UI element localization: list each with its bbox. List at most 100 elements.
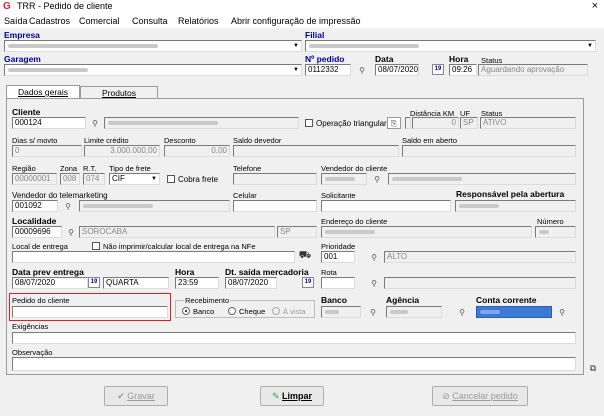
- calendar-icon[interactable]: 19: [88, 277, 100, 288]
- operacao-triangular-checkbox[interactable]: [305, 119, 313, 127]
- close-button[interactable]: ×: [592, 0, 598, 13]
- binoculars-icon[interactable]: ⚲: [555, 307, 569, 319]
- local-entrega-field[interactable]: [12, 251, 295, 263]
- nao-imprimir-checkbox[interactable]: [92, 242, 100, 250]
- vendedor-cliente-name: [388, 173, 576, 185]
- empresa-select[interactable]: ▼: [4, 40, 302, 52]
- hora-prev-label: Hora: [175, 267, 195, 277]
- saldo-devedor-field: [233, 145, 399, 157]
- operacao-triangular-label: Operação triangular: [316, 119, 387, 128]
- gravar-label: Gravar: [127, 391, 155, 401]
- menu-saida[interactable]: Saída: [4, 16, 28, 26]
- vendedor-cliente-code: [321, 173, 367, 185]
- vendedor-tele-code[interactable]: 001092: [12, 200, 58, 212]
- conta-field[interactable]: [476, 306, 552, 318]
- limite-label: Limite crédito: [84, 136, 129, 145]
- npedido-field[interactable]: 0112332: [305, 64, 351, 76]
- copy-icon[interactable]: ⧉: [586, 362, 600, 374]
- saldo-devedor-label: Saldo devedor: [233, 136, 282, 145]
- pedido-cliente-field[interactable]: [12, 306, 168, 318]
- garagem-select[interactable]: ▼: [4, 64, 302, 76]
- hora-prev-field[interactable]: 23:59: [175, 277, 219, 289]
- document-icon[interactable]: ⎘: [387, 117, 401, 129]
- cliente-label: Cliente: [12, 107, 41, 117]
- cliente-code-field[interactable]: 000124: [12, 117, 86, 129]
- uf-field: SP: [460, 117, 478, 129]
- cancel-icon: ⊘: [442, 391, 453, 401]
- gravar-button[interactable]: ✔ Gravar: [104, 386, 168, 406]
- rota-label: Rota: [321, 268, 337, 277]
- garagem-label: Garagem: [4, 54, 41, 64]
- telefone-field: [233, 173, 317, 185]
- endereco-field: [321, 226, 532, 238]
- dt-saida-label: Dt. saída mercadoria: [225, 267, 309, 277]
- chevron-down-icon: ▼: [587, 43, 593, 49]
- responsavel-field: [455, 200, 576, 212]
- cancelar-pedido-button[interactable]: ⊘ Cancelar pedido: [432, 386, 528, 406]
- agencia-field: [386, 306, 442, 318]
- menu-abrir-config[interactable]: Abrir configuração de impressão: [231, 16, 361, 26]
- rota-code[interactable]: [321, 277, 355, 289]
- recebimento-cheque-radio[interactable]: [228, 307, 236, 315]
- localidade-code[interactable]: 00009696: [12, 226, 62, 238]
- tipo-frete-select[interactable]: CIF ▼: [109, 173, 160, 185]
- menu-consulta[interactable]: Consulta: [132, 16, 168, 26]
- recebimento-banco-label: Banco: [193, 307, 215, 316]
- vendedor-cliente-label: Vendedor do cliente: [321, 164, 388, 173]
- check-icon: ✔: [117, 391, 128, 401]
- recebimento-avista-radio[interactable]: [272, 307, 280, 315]
- menu-relatorios[interactable]: Relatórios: [178, 16, 219, 26]
- title-bar: G TRR - Pedido de cliente ×: [0, 0, 604, 14]
- cobra-frete-checkbox[interactable]: [167, 175, 175, 183]
- desconto-field: 0,00: [164, 145, 230, 157]
- chevron-down-icon: ▼: [293, 67, 299, 73]
- binoculars-icon[interactable]: ⚲: [355, 65, 369, 77]
- solicitante-field[interactable]: [321, 200, 451, 212]
- dt-saida-field[interactable]: 08/07/2020: [225, 277, 277, 289]
- data-label: Data: [375, 54, 394, 64]
- prioridade-code[interactable]: 001: [321, 251, 355, 263]
- distancia-field: 0: [412, 117, 459, 129]
- window-title: TRR - Pedido de cliente: [17, 1, 113, 11]
- binoculars-icon[interactable]: ⚲: [64, 227, 78, 239]
- calendar-icon[interactable]: 19: [432, 64, 444, 75]
- celular-field[interactable]: [233, 200, 317, 212]
- binoculars-icon[interactable]: ⚲: [61, 201, 75, 213]
- limpar-button[interactable]: ✎ Limpar: [260, 386, 324, 406]
- data-prev-field[interactable]: 08/07/2020: [12, 277, 88, 289]
- dias-label: Dias s/ movto: [12, 136, 58, 145]
- limite-field: 3.000.000,00: [84, 145, 160, 157]
- rota-name: [384, 277, 576, 289]
- regiao-field: 00000001: [12, 173, 57, 185]
- cobra-frete-label: Cobra frete: [178, 175, 219, 184]
- data-field[interactable]: 08/07/2020: [375, 64, 419, 76]
- menu-cadastros[interactable]: Cadastros: [29, 16, 70, 26]
- exigencias-field[interactable]: [12, 332, 576, 344]
- endereco-label: Endereço do cliente: [321, 217, 388, 226]
- binoculars-icon[interactable]: ⚲: [370, 174, 384, 186]
- local-entrega-label: Local de entrega: [12, 242, 68, 251]
- menu-comercial[interactable]: Comercial: [79, 16, 120, 26]
- binoculars-icon[interactable]: ⚲: [88, 118, 102, 130]
- tab-dados-gerais[interactable]: Dados gerais: [6, 85, 80, 99]
- hora-field[interactable]: 09:26: [449, 64, 477, 76]
- cliente-status-field: ATIVO: [480, 117, 576, 129]
- limpar-label: Limpar: [282, 391, 313, 401]
- telefone-label: Telefone: [233, 164, 262, 173]
- binoculars-icon[interactable]: ⚲: [367, 278, 381, 290]
- desconto-label: Desconto: [164, 136, 196, 145]
- chevron-down-icon: ▼: [151, 176, 157, 182]
- conta-label: Conta corrente: [476, 295, 537, 305]
- localidade-label: Localidade: [12, 216, 57, 226]
- status-field: Aguardando aprovação: [478, 64, 588, 76]
- binoculars-icon[interactable]: ⚲: [367, 252, 381, 264]
- truck-icon[interactable]: ⛟: [298, 250, 312, 262]
- observacao-field[interactable]: [12, 357, 576, 371]
- filial-select[interactable]: ▼: [305, 40, 596, 52]
- recebimento-banco-radio[interactable]: [182, 307, 190, 315]
- binoculars-icon[interactable]: ⚲: [455, 307, 469, 319]
- recebimento-label: Recebimento: [184, 296, 231, 305]
- localidade-name: SOROCABA: [79, 226, 275, 238]
- calendar-icon[interactable]: 19: [302, 277, 314, 288]
- binoculars-icon[interactable]: ⚲: [366, 307, 380, 319]
